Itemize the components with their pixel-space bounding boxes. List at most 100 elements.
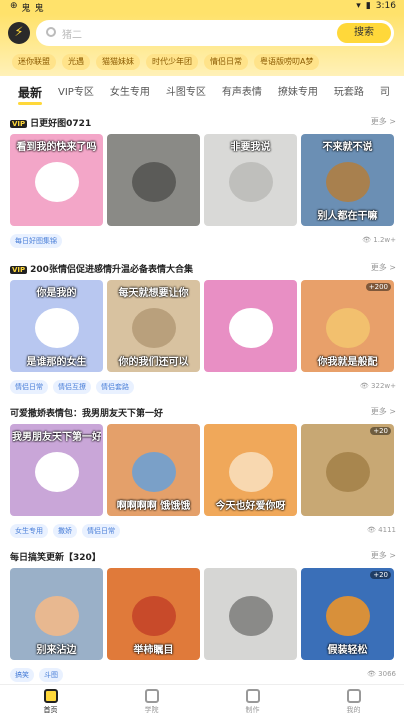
tab-tricks[interactable]: 玩套路 bbox=[326, 80, 372, 106]
tag[interactable]: 情侣套路 bbox=[96, 380, 134, 394]
tab-sound[interactable]: 有声表情 bbox=[214, 80, 270, 106]
battery-icon: ▮ bbox=[365, 1, 371, 11]
view-count: 👁 4111 bbox=[367, 526, 396, 534]
search-input[interactable]: 猪二 bbox=[62, 26, 82, 41]
sticker-tile[interactable]: 今天也好爱你呀 bbox=[204, 424, 297, 516]
app-logo-icon[interactable]: ⚡ bbox=[8, 22, 30, 44]
sticker-image bbox=[34, 308, 79, 348]
status-bar: ⊕ 鬼 鬼 ▾ ▮ 3:16 bbox=[0, 0, 404, 14]
sticker-image bbox=[228, 308, 273, 348]
sticker-tile[interactable] bbox=[107, 134, 200, 226]
tile-caption: 别人都在干嘛 bbox=[317, 211, 378, 222]
tag[interactable]: 女生专用 bbox=[10, 524, 48, 538]
sticker-image bbox=[131, 162, 176, 202]
section-title: 可爱撒娇表情包：我男朋友天下第一好 bbox=[10, 409, 164, 419]
tile-caption: 今天也好爱你呀 bbox=[215, 501, 286, 512]
bottom-nav: 首页 学院 制作 我的 bbox=[0, 684, 404, 720]
tile-caption: 啊啊啊啊 饿饿饿 bbox=[116, 501, 191, 512]
nav-me[interactable]: 我的 bbox=[303, 685, 404, 720]
chip[interactable]: 光遇 bbox=[62, 54, 90, 70]
tile-caption: 看到我的快来了吗 bbox=[16, 142, 97, 153]
graduation-cap-icon bbox=[144, 689, 159, 703]
sticker-image bbox=[228, 596, 273, 636]
vip-badge: VIP bbox=[10, 120, 28, 128]
sticker-tile[interactable]: 看到我的快来了吗 bbox=[10, 134, 103, 226]
nav-school[interactable]: 学院 bbox=[101, 685, 202, 720]
sticker-tile[interactable] bbox=[204, 568, 297, 660]
tile-caption: 你是我的 bbox=[36, 288, 77, 299]
sticker-tile[interactable]: 别来沾边 bbox=[10, 568, 103, 660]
sticker-image bbox=[34, 596, 79, 636]
header: ⚡ 猪二 搜索 迷你联盟 光遇 猫猫妹妹 时代少年团 情侣日常 粤语版唠叨A梦 bbox=[0, 14, 404, 76]
chip[interactable]: 粤语版唠叨A梦 bbox=[254, 54, 320, 70]
tag[interactable]: 情侣互撩 bbox=[53, 380, 91, 394]
vip-badge: VIP bbox=[10, 266, 28, 274]
view-count: 👁 322w+ bbox=[359, 382, 396, 390]
sticker-tile[interactable]: 我男朋友天下第一好 bbox=[10, 424, 103, 516]
tile-caption: 不来就不说 bbox=[322, 142, 373, 153]
tab-latest[interactable]: 最新 bbox=[10, 80, 50, 106]
tag[interactable]: 每日好图集锦 bbox=[10, 234, 62, 248]
tab-girls[interactable]: 女生专用 bbox=[102, 80, 158, 106]
sticker-image bbox=[228, 162, 273, 202]
tab-flirt[interactable]: 撩妹专用 bbox=[270, 80, 326, 106]
make-icon bbox=[245, 689, 260, 703]
tile-caption: 是谁那的女生 bbox=[26, 357, 87, 368]
sticker-tile[interactable]: 你是我的是谁那的女生 bbox=[10, 280, 103, 372]
app-notification-icon: ⊕ bbox=[10, 1, 18, 11]
chip[interactable]: 时代少年团 bbox=[146, 54, 198, 70]
section-title: 200张情侣促进感情升温必备表情大合集 bbox=[30, 265, 193, 275]
search-bar[interactable]: 猪二 搜索 bbox=[36, 20, 394, 46]
wifi-icon: ▾ bbox=[356, 1, 361, 11]
sticker-tile[interactable]: 啊啊啊啊 饿饿饿 bbox=[107, 424, 200, 516]
category-tabs: 最新 VIP专区 女生专用 斗图专区 有声表情 撩妹专用 玩套路 司 bbox=[0, 80, 404, 106]
sticker-tile[interactable]: 不来就不说别人都在干嘛 bbox=[301, 134, 394, 226]
section-title: 日更好图0721 bbox=[30, 119, 92, 129]
more-link[interactable]: 更多 > bbox=[371, 116, 396, 127]
sticker-image bbox=[34, 162, 79, 202]
tile-caption: 每天就想要让你 bbox=[118, 288, 189, 299]
clock: 3:16 bbox=[375, 1, 396, 11]
tile-caption: 假装轻松 bbox=[327, 645, 368, 656]
tile-caption: 你我就是般配 bbox=[317, 357, 378, 368]
tile-caption: 我男朋友天下第一好 bbox=[12, 432, 101, 443]
more-link[interactable]: 更多 > bbox=[371, 406, 396, 417]
count-badge: +20 bbox=[370, 427, 391, 435]
search-icon bbox=[46, 27, 56, 37]
tag[interactable]: 搞笑 bbox=[10, 668, 34, 682]
sticker-image bbox=[325, 162, 370, 202]
tab-more[interactable]: 司 bbox=[372, 80, 398, 106]
sticker-tile[interactable] bbox=[204, 280, 297, 372]
tab-battle[interactable]: 斗图专区 bbox=[158, 80, 214, 106]
home-icon bbox=[43, 689, 58, 703]
count-badge: +200 bbox=[365, 283, 391, 291]
sticker-tile[interactable]: +20 bbox=[301, 424, 394, 516]
nav-home[interactable]: 首页 bbox=[0, 685, 101, 720]
tag[interactable]: 斗图 bbox=[39, 668, 63, 682]
sticker-image bbox=[325, 596, 370, 636]
sticker-tile[interactable]: 非要我说 bbox=[204, 134, 297, 226]
more-link[interactable]: 更多 > bbox=[371, 550, 396, 561]
sticker-image bbox=[131, 452, 176, 492]
chip[interactable]: 猫猫妹妹 bbox=[96, 54, 140, 70]
sticker-tile[interactable]: +200 你我就是般配 bbox=[301, 280, 394, 372]
section-title: 每日搞笑更新【320】 bbox=[10, 553, 101, 563]
tab-vip[interactable]: VIP专区 bbox=[50, 80, 102, 106]
nav-make[interactable]: 制作 bbox=[202, 685, 303, 720]
tile-caption: 举柿瞩目 bbox=[133, 645, 174, 656]
tag[interactable]: 情侣日常 bbox=[82, 524, 120, 538]
sticker-image bbox=[34, 452, 79, 492]
sticker-image bbox=[131, 308, 176, 348]
count-badge: +20 bbox=[370, 571, 391, 579]
sticker-tile[interactable]: 每天就想要让你 你的我们还可以 bbox=[107, 280, 200, 372]
search-button[interactable]: 搜索 bbox=[337, 23, 391, 43]
tag[interactable]: 撒娇 bbox=[53, 524, 77, 538]
view-count: 👁 3066 bbox=[367, 670, 396, 678]
chip[interactable]: 情侣日常 bbox=[204, 54, 248, 70]
sticker-tile[interactable]: 举柿瞩目 bbox=[107, 568, 200, 660]
tag[interactable]: 情侣日常 bbox=[10, 380, 48, 394]
chip[interactable]: 迷你联盟 bbox=[12, 54, 56, 70]
more-link[interactable]: 更多 > bbox=[371, 262, 396, 273]
sticker-tile[interactable]: +20 假装轻松 bbox=[301, 568, 394, 660]
sticker-image bbox=[228, 452, 273, 492]
